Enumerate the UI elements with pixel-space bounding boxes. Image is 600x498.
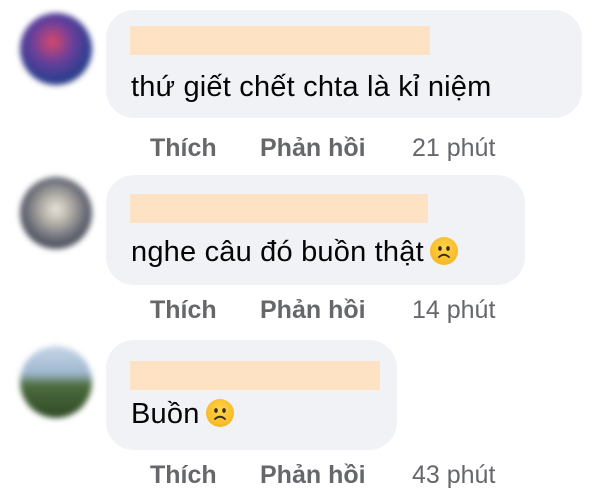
comment-bubble: nghe câu đó buồn thật [106, 175, 525, 285]
comment-bubble: Buồn [106, 340, 397, 450]
avatar[interactable] [20, 13, 92, 85]
comment-text: nghe câu đó buồn thật [131, 236, 458, 269]
avatar[interactable] [20, 346, 92, 418]
like-button[interactable]: Thích [150, 461, 217, 490]
comment-item: nghe câu đó buồn thật Thích Phản hồi 14 … [0, 165, 600, 330]
comment-item: thứ giết chết chta là kỉ niệm Thích Phản… [0, 0, 600, 165]
comment-text-content: Buồn [131, 398, 200, 430]
reply-button[interactable]: Phản hồi [260, 461, 366, 490]
comment-item: Buồn Thích Phản hồi 43 phút [0, 330, 600, 498]
redacted-author-name [130, 194, 428, 223]
reply-button[interactable]: Phản hồi [260, 296, 366, 325]
timestamp[interactable]: 43 phút [412, 461, 495, 490]
sad-face-icon [429, 237, 458, 265]
comment-text: thứ giết chết chta là kỉ niệm [131, 71, 492, 103]
like-button[interactable]: Thích [150, 134, 217, 163]
comment-text: Buồn [131, 398, 234, 431]
sad-face-icon [205, 399, 234, 427]
comment-text-content: nghe câu đó buồn thật [131, 236, 424, 268]
reply-button[interactable]: Phản hồi [260, 134, 366, 163]
like-button[interactable]: Thích [150, 296, 217, 325]
redacted-author-name [130, 361, 380, 390]
timestamp[interactable]: 21 phút [412, 134, 495, 163]
timestamp[interactable]: 14 phút [412, 296, 495, 325]
redacted-author-name [130, 26, 430, 55]
avatar[interactable] [20, 177, 92, 249]
comment-bubble: thứ giết chết chta là kỉ niệm [106, 10, 582, 118]
